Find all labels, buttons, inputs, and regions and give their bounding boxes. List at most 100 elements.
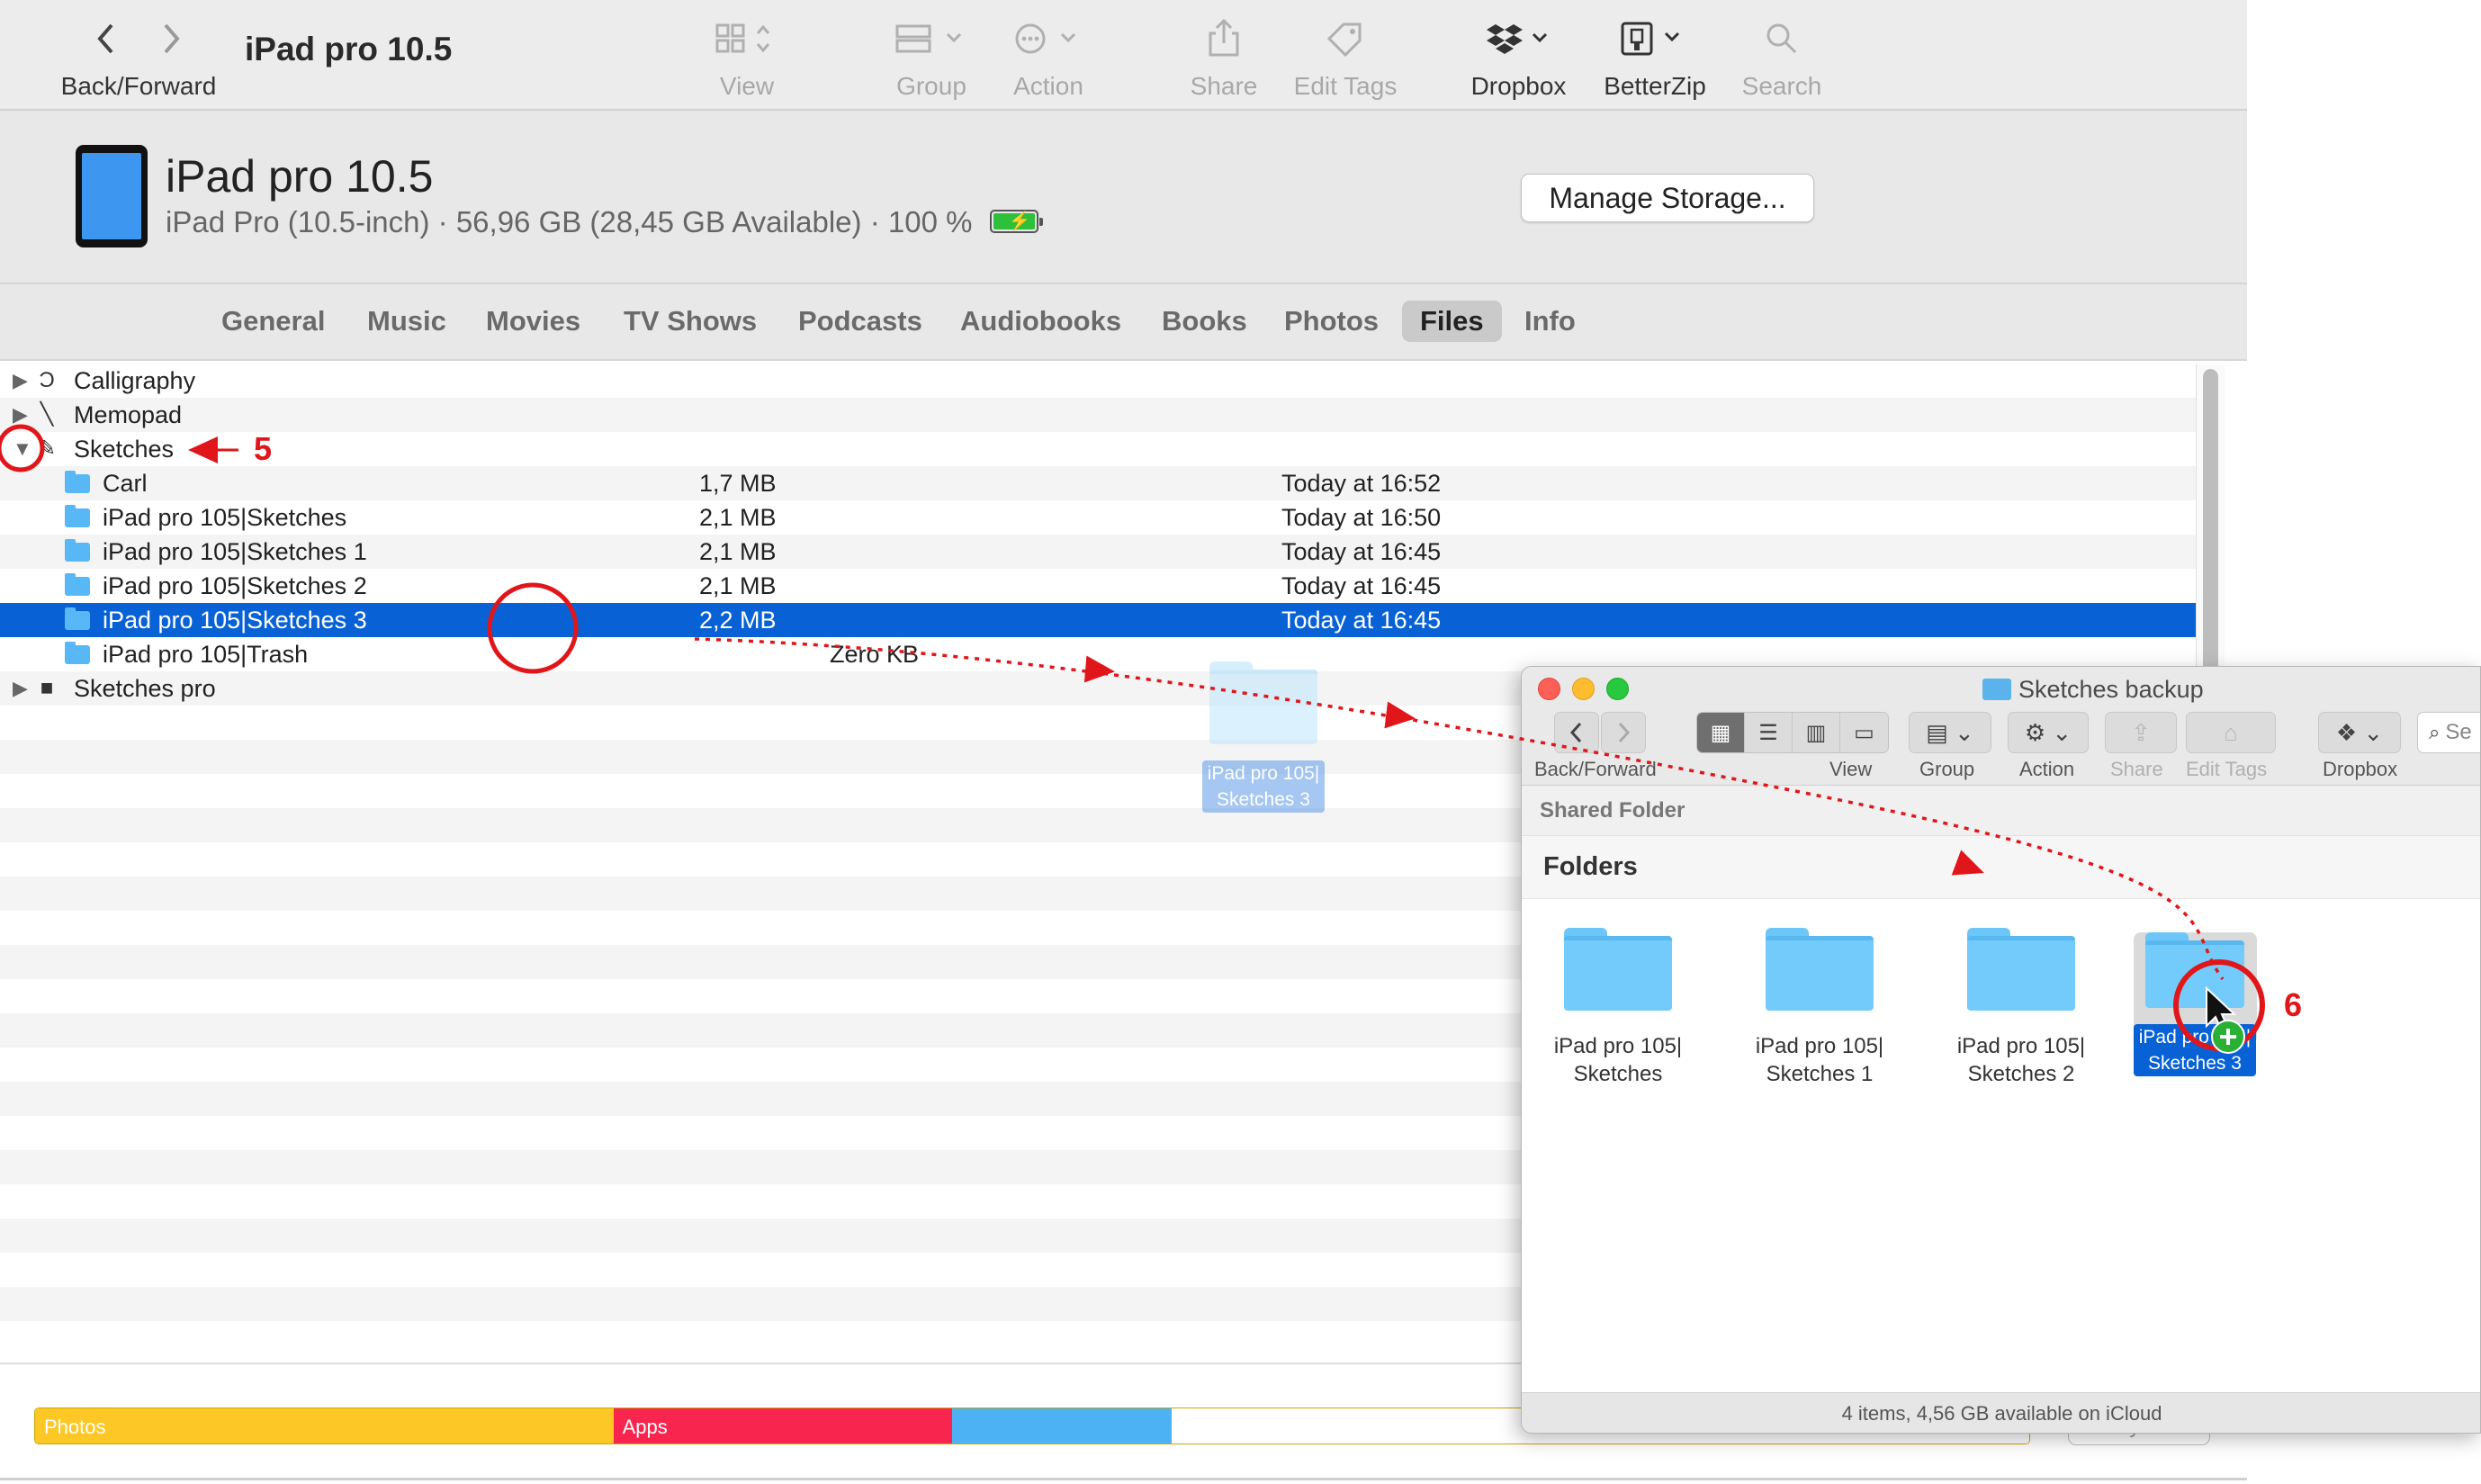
list-view-icon[interactable]: ☰ <box>1745 713 1793 752</box>
folder-icon <box>1766 928 1874 1011</box>
file-row[interactable]: iPad pro 105|Sketches 1 2,1 MB Today at 16… <box>0 535 2196 569</box>
search-button[interactable]: Search <box>1737 0 1827 111</box>
finder-back-button[interactable] <box>1554 712 1599 753</box>
folder-icon <box>65 539 90 562</box>
finder-status-bar: 4 items, 4,56 GB available on iCloud <box>1522 1392 2480 1433</box>
share-button[interactable]: Share <box>1179 0 1269 111</box>
tab-audiobooks[interactable]: Audiobooks <box>942 301 1139 342</box>
folder-icon <box>65 505 90 527</box>
view-button[interactable]: View <box>697 0 796 111</box>
file-row[interactable]: iPad pro 105|Sketches 2 2,1 MB Today at 16… <box>0 569 2196 603</box>
window-title: iPad pro 10.5 <box>245 31 453 67</box>
close-window-button[interactable] <box>1538 678 1560 700</box>
finder-forward-button[interactable] <box>1601 712 1646 753</box>
finder-folder-label-line1: iPad pro 105| <box>1553 1034 1683 1058</box>
disclosure-triangle-right-icon[interactable]: ▶ <box>13 369 28 392</box>
finder-edit-tags-label: Edit Tags <box>2186 758 2268 780</box>
chevron-right-icon[interactable] <box>161 22 181 55</box>
group-button[interactable]: Group <box>882 0 981 111</box>
back-forward-label: Back/Forward <box>60 72 217 100</box>
dropbox-icon: ❖ ⌄ <box>2335 718 2384 746</box>
step-5-label: 5 <box>254 430 273 467</box>
window-bottom-border <box>0 1478 2247 1480</box>
drag-ghost-label-line1: iPad pro 105| <box>1207 763 1320 784</box>
dropbox-button[interactable]: Dropbox <box>1462 0 1575 111</box>
storage-segment: Photos <box>35 1408 614 1444</box>
finder-folder-item[interactable]: iPad pro 105| Sketches 2 <box>1949 928 2093 1088</box>
tab-podcasts[interactable]: Podcasts <box>780 301 940 342</box>
tab-photos[interactable]: Photos <box>1266 301 1397 342</box>
finder-edit-tags-button[interactable]: ⌂ <box>2186 712 2276 753</box>
file-size: 2,2 MB <box>699 607 777 634</box>
finder-folder-label-wrap: iPad pro 105| Sketches 1 <box>1748 1032 1892 1088</box>
tab-files[interactable]: Files <box>1402 301 1502 342</box>
chevron-right-icon <box>1618 722 1631 743</box>
finder-group-button[interactable]: ▤ ⌄ <box>1909 712 1991 753</box>
manage-storage-button[interactable]: Manage Storage... <box>1521 174 1814 222</box>
file-date: Today at 16:52 <box>1281 470 1442 497</box>
finder-share-label: Share <box>2110 758 2163 780</box>
storage-segment <box>952 1408 1173 1444</box>
minimize-window-button[interactable] <box>1572 678 1595 700</box>
finder-folder-item[interactable]: iPad pro 105| Sketches <box>1546 928 1690 1088</box>
file-name: Calligraphy <box>74 367 196 394</box>
folder-icon <box>2145 932 2244 1008</box>
tab-general[interactable]: General <box>203 301 343 342</box>
drag-ghost-label: iPad pro 105| Sketches 3 <box>1201 760 1326 813</box>
file-size: 2,1 MB <box>699 538 777 565</box>
folder-icon <box>65 573 90 596</box>
device-model: iPad Pro (10.5-inch) <box>166 205 430 238</box>
finder-folder-label-line2: Sketches <box>1573 1062 1663 1086</box>
tab-movies[interactable]: Movies <box>468 301 598 342</box>
device-name: iPad pro 10.5 <box>166 151 434 202</box>
file-row[interactable]: ▶ ╲ Memopad <box>0 398 2196 432</box>
file-date: Today at 16:45 <box>1281 607 1442 634</box>
tab-books[interactable]: Books <box>1144 301 1265 342</box>
gallery-view-icon[interactable]: ▭ <box>1840 713 1888 752</box>
folders-section-header: Folders <box>1522 836 2480 899</box>
scrollbar-thumb[interactable] <box>2203 369 2218 675</box>
tab-music[interactable]: Music <box>349 301 464 342</box>
share-icon: ⇪ <box>2131 718 2151 746</box>
tab-info[interactable]: Info <box>1506 301 1594 342</box>
tab-tv-shows[interactable]: TV Shows <box>606 301 775 342</box>
finder-folder-item[interactable]: iPad pro 105| Sketches 1 <box>1748 928 1892 1088</box>
file-row[interactable]: ▶ Ɔ Calligraphy <box>0 364 2196 398</box>
file-date: Today at 16:50 <box>1281 504 1442 531</box>
chevron-left-icon[interactable] <box>96 22 116 55</box>
file-name: Memopad <box>74 401 183 428</box>
file-row[interactable]: ▼ ✎ Sketches <box>0 432 2196 466</box>
disclosure-triangle-down-icon[interactable]: ▼ <box>13 437 32 461</box>
view-grid-icon <box>697 16 796 61</box>
tag-icon: ⌂ <box>2224 718 2238 746</box>
finder-folder-label-wrap: iPad pro 105| Sketches 3 <box>2123 1008 2267 1076</box>
disclosure-triangle-right-icon[interactable]: ▶ <box>13 403 28 427</box>
finder-folder-label-wrap: iPad pro 105| Sketches <box>1546 1032 1690 1088</box>
column-view-icon[interactable]: ▥ <box>1793 713 1840 752</box>
view-label: View <box>719 72 775 100</box>
edit-tags-button[interactable]: Edit Tags <box>1287 0 1404 111</box>
zoom-window-button[interactable] <box>1606 678 1629 700</box>
betterzip-button[interactable]: BetterZip <box>1595 0 1715 111</box>
file-name: iPad pro 105|Sketches <box>103 504 347 531</box>
file-row[interactable]: Carl 1,7 MB Today at 16:52 <box>0 466 2196 500</box>
file-row[interactable]: iPad pro 105|Sketches 3 2,2 MB Today at 16… <box>0 603 2196 637</box>
action-button[interactable]: Action <box>999 0 1098 111</box>
finder-title: Sketches backup <box>1982 676 2204 704</box>
finder-folder-item[interactable]: iPad pro 105| Sketches 3 <box>2123 932 2267 1076</box>
file-row[interactable]: iPad pro 105|Sketches 2,1 MB Today at 16:5… <box>0 500 2196 535</box>
edit-tags-label: Edit Tags <box>1293 72 1398 100</box>
disclosure-triangle-right-icon[interactable]: ▶ <box>13 677 28 700</box>
file-name: iPad pro 105|Sketches 2 <box>103 572 367 599</box>
finder-view-segmented: ▦ ☰ ▥ ▭ <box>1696 712 1889 753</box>
finder-dropbox-button[interactable]: ❖ ⌄ <box>2318 712 2401 753</box>
finder-action-button[interactable]: ⚙ ⌄ <box>2008 712 2089 753</box>
icon-view-icon[interactable]: ▦ <box>1697 713 1745 752</box>
storage-segment: Apps <box>613 1408 953 1444</box>
finder-share-button[interactable]: ⇪ <box>2105 712 2177 753</box>
finder-window-sketches-backup: Sketches backup Back/Forward ▦ ☰ ▥ ▭ Vie… <box>1521 666 2481 1434</box>
back-forward-control[interactable]: Back/Forward <box>52 0 225 111</box>
file-date: Today at 16:45 <box>1281 538 1442 565</box>
finder-search-placeholder: Se <box>2445 720 2472 744</box>
finder-search-field[interactable]: ⌕ Se <box>2417 712 2480 753</box>
